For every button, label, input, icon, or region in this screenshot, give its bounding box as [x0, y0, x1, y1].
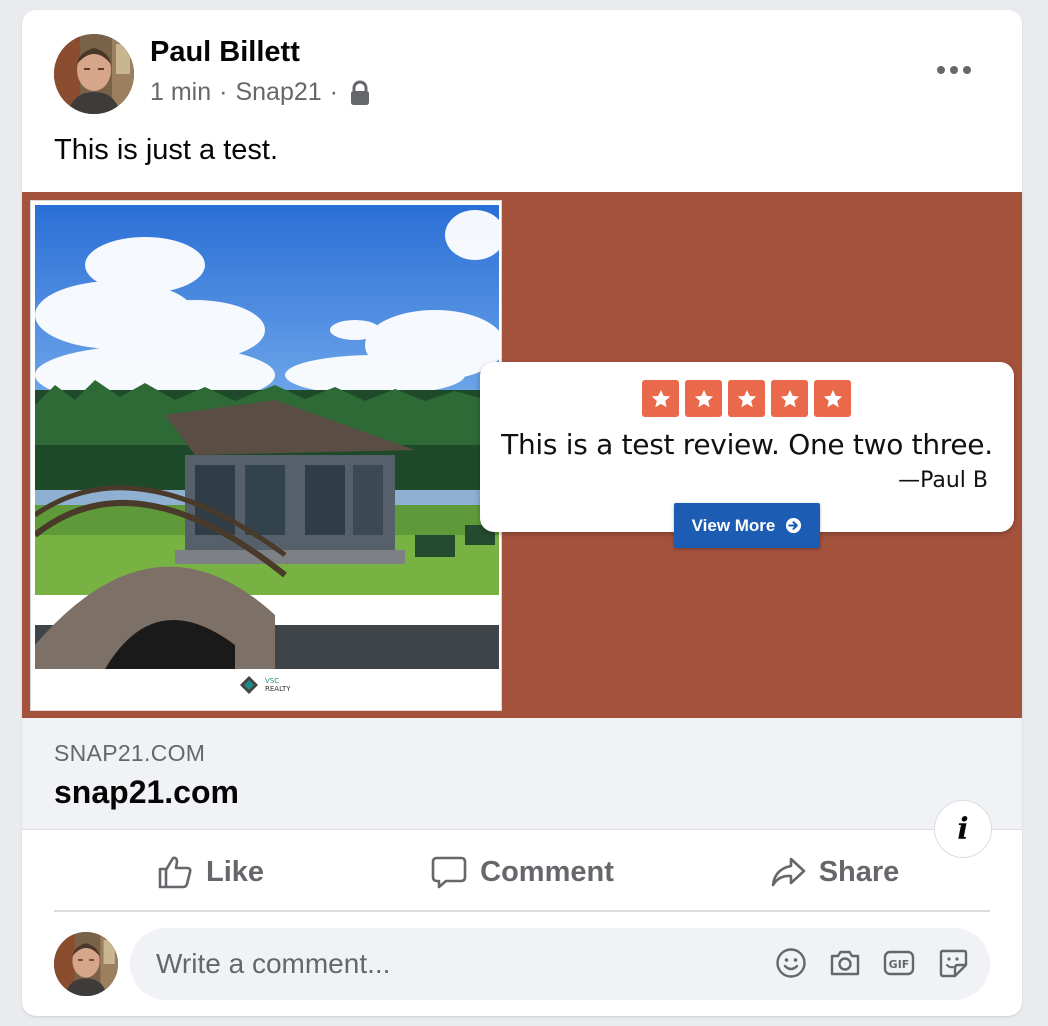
- like-button[interactable]: Like: [54, 834, 366, 910]
- link-title[interactable]: snap21.com: [54, 774, 239, 811]
- comment-box: GIF: [130, 928, 990, 1000]
- lock-icon[interactable]: [348, 80, 372, 106]
- view-more-button[interactable]: View More: [674, 503, 820, 548]
- brand-logo-text: VSC REALTY: [265, 677, 291, 693]
- sticker-icon: [939, 949, 968, 978]
- smiley-icon: [776, 948, 806, 978]
- review-author: —Paul B: [898, 468, 988, 493]
- more-options-button[interactable]: [926, 52, 982, 88]
- meta-separator: ·: [219, 78, 228, 106]
- brand-logo-line1: VSC: [265, 677, 280, 685]
- camera-button[interactable]: [828, 946, 862, 980]
- gif-button[interactable]: GIF: [882, 946, 916, 980]
- more-dot: [950, 66, 958, 74]
- review-text: This is a test review. One two three.: [501, 428, 993, 461]
- link-preview[interactable]: SNAP21.COM snap21.com: [22, 718, 1022, 830]
- post-source[interactable]: Snap21: [235, 78, 321, 107]
- svg-text:GIF: GIF: [889, 958, 910, 971]
- comment-tools: GIF: [774, 946, 970, 980]
- post-meta: 1 min · Snap21 ·: [150, 78, 372, 107]
- like-label: Like: [205, 855, 265, 888]
- post-text: This is just a test.: [54, 134, 279, 166]
- star-icon: [642, 380, 679, 417]
- review-media[interactable]: VSC REALTY This is a test review. One tw…: [22, 192, 1022, 718]
- camera-icon: [830, 950, 860, 976]
- more-dots-icon: [937, 66, 945, 74]
- arrow-right-circle-icon: [786, 517, 802, 534]
- share-label: Share: [818, 855, 900, 888]
- emoji-button[interactable]: [774, 946, 808, 980]
- star-icon: [814, 380, 851, 417]
- sticker-button[interactable]: [936, 946, 970, 980]
- share-arrow-icon: [771, 857, 805, 887]
- comment-label: Comment: [480, 855, 614, 888]
- star-icon: [685, 380, 722, 417]
- property-photo-frame: VSC REALTY: [30, 200, 502, 711]
- brand-logo-icon: [240, 676, 258, 694]
- more-dot: [963, 66, 971, 74]
- comment-button[interactable]: Comment: [366, 834, 678, 910]
- post-actions: Like Comment Share: [54, 834, 990, 912]
- view-more-label: View More: [691, 515, 776, 535]
- share-button[interactable]: Share: [678, 834, 990, 910]
- gif-icon: GIF: [883, 950, 915, 976]
- review-card: This is a test review. One two three. —P…: [480, 362, 1014, 548]
- link-domain: SNAP21.COM: [54, 740, 206, 766]
- star-icon: [771, 380, 808, 417]
- speech-bubble-icon: [431, 856, 467, 889]
- author-avatar[interactable]: [54, 34, 134, 114]
- commenter-avatar[interactable]: [54, 932, 118, 996]
- post-card: Paul Billett 1 min · Snap21 · This is ju…: [22, 10, 1022, 1016]
- author-name[interactable]: Paul Billett: [150, 36, 300, 69]
- post-time[interactable]: 1 min: [150, 78, 211, 107]
- star-rating: [642, 380, 851, 417]
- star-icon: [728, 380, 765, 417]
- meta-separator: ·: [329, 78, 338, 106]
- property-photo: [35, 205, 499, 669]
- brand-logo: VSC REALTY: [239, 675, 291, 695]
- brand-logo-line2: REALTY: [265, 685, 291, 693]
- comment-input[interactable]: [130, 928, 750, 1000]
- thumbs-up-icon: [158, 856, 192, 889]
